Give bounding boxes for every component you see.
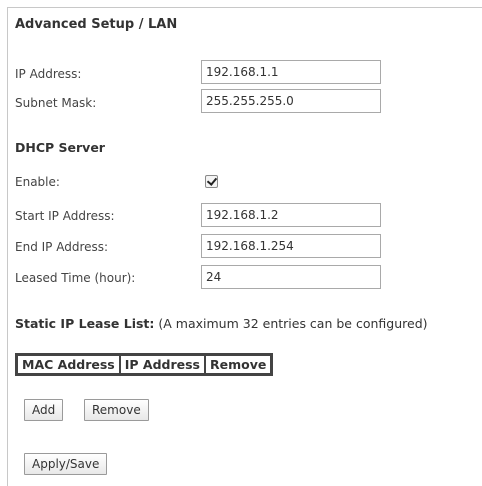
leased-time-label: Leased Time (hour): [15, 271, 136, 285]
ip-address-input[interactable] [201, 60, 381, 84]
start-ip-label: Start IP Address: [15, 209, 115, 223]
column-remove: Remove [205, 355, 272, 374]
start-ip-input[interactable] [201, 203, 381, 227]
dhcp-enable-checkbox[interactable] [205, 175, 218, 188]
subnet-mask-label: Subnet Mask: [15, 96, 97, 110]
table-header-row: MAC Address IP Address Remove [17, 355, 272, 374]
end-ip-input[interactable] [201, 234, 381, 258]
static-lease-table: MAC Address IP Address Remove [15, 353, 274, 376]
end-ip-label: End IP Address: [15, 240, 109, 254]
add-button[interactable]: Add [24, 399, 64, 421]
static-lease-title: Static IP Lease List: [15, 316, 155, 331]
subnet-mask-input[interactable] [201, 89, 381, 113]
column-mac-address: MAC Address [17, 355, 120, 374]
column-ip-address: IP Address [119, 355, 205, 374]
apply-save-button[interactable]: Apply/Save [24, 453, 108, 475]
remove-button[interactable]: Remove [84, 399, 149, 421]
dhcp-enable-label: Enable: [15, 175, 60, 189]
dhcp-server-heading: DHCP Server [15, 140, 105, 155]
ip-address-label: IP Address: [15, 67, 82, 81]
static-lease-note: (A maximum 32 entries can be configured) [154, 316, 428, 331]
static-lease-heading: Static IP Lease List: (A maximum 32 entr… [15, 316, 428, 331]
page-title: Advanced Setup / LAN [15, 17, 178, 32]
leased-time-input[interactable] [201, 265, 381, 289]
